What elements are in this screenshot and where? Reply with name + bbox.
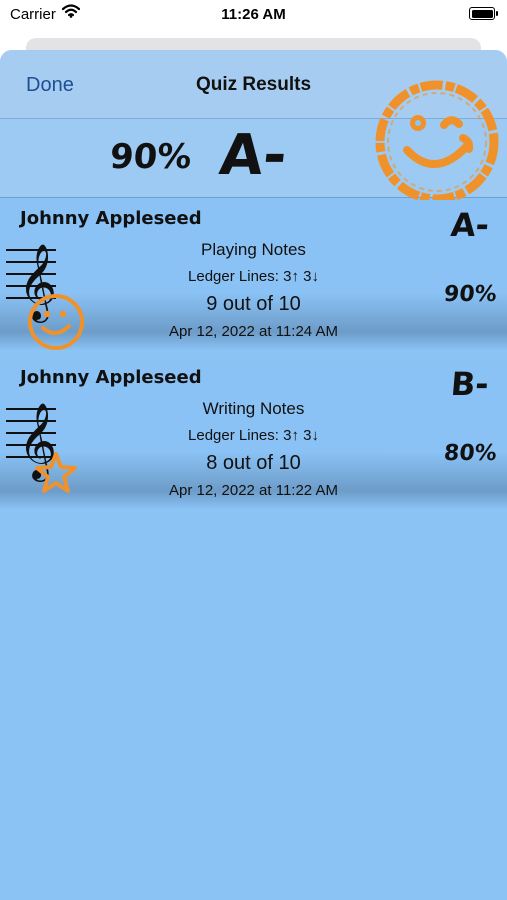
summary-grade: A- bbox=[216, 123, 291, 188]
battery-icon bbox=[469, 7, 498, 20]
student-name: Johnny Appleseed bbox=[20, 208, 202, 229]
result-grade: B- bbox=[449, 365, 491, 403]
treble-clef-icon: 𝄞 bbox=[6, 232, 88, 357]
treble-clef-icon: 𝄞 bbox=[6, 391, 88, 516]
smiley-icon bbox=[373, 78, 501, 211]
result-percent: 90% bbox=[443, 282, 499, 307]
status-bar: Carrier 11:26 AM bbox=[0, 0, 507, 32]
result-row[interactable]: Johnny Appleseed A- Playing Notes Ledger… bbox=[0, 200, 507, 350]
quiz-results-sheet: Done Quiz Results 90% A- Johnny Applesee… bbox=[0, 50, 507, 900]
student-name: Johnny Appleseed bbox=[20, 367, 202, 388]
svg-text:𝄞: 𝄞 bbox=[18, 243, 57, 323]
summary-percent: 90% bbox=[108, 137, 193, 177]
result-row[interactable]: Johnny Appleseed B- Writing Notes Ledger… bbox=[0, 359, 507, 509]
result-percent: 80% bbox=[443, 441, 499, 466]
result-grade: A- bbox=[449, 206, 491, 244]
status-time: 11:26 AM bbox=[221, 6, 286, 23]
